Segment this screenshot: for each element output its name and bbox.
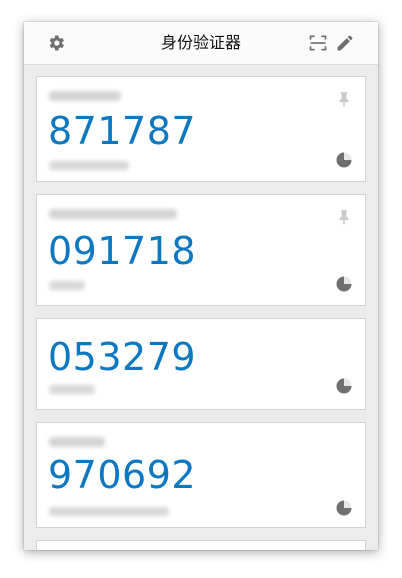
pin-icon[interactable] <box>335 89 353 109</box>
countdown-timer-icon <box>336 276 352 292</box>
issuer-name-redacted <box>49 91 121 101</box>
account-card[interactable]: 091718 <box>36 194 366 306</box>
header-bar: 身份验证器 <box>24 22 378 65</box>
account-name-redacted <box>49 281 85 290</box>
account-card[interactable]: 053279 <box>36 318 366 410</box>
countdown-timer-icon <box>336 152 352 168</box>
account-card[interactable]: 970692 <box>36 422 366 528</box>
countdown-timer-icon <box>336 500 352 516</box>
otp-code[interactable]: 871787 <box>48 109 196 153</box>
otp-code[interactable]: 970692 <box>48 453 196 497</box>
scan-icon[interactable] <box>308 33 328 53</box>
pin-icon[interactable] <box>335 207 353 227</box>
account-name-redacted <box>49 385 95 394</box>
account-name-redacted <box>49 161 129 170</box>
otp-code[interactable]: 053279 <box>48 335 196 379</box>
account-card[interactable]: 871787 <box>36 76 366 182</box>
account-card-partial[interactable] <box>36 540 366 550</box>
otp-code[interactable]: 091718 <box>48 229 196 273</box>
pencil-icon[interactable] <box>335 33 355 53</box>
countdown-timer-icon <box>336 378 352 394</box>
issuer-name-redacted <box>49 437 105 447</box>
gear-icon[interactable] <box>46 33 66 53</box>
issuer-name-redacted <box>49 209 177 219</box>
authenticator-window: 身份验证器 871787 091718 053279 970692 <box>24 22 378 550</box>
account-name-redacted <box>49 507 169 516</box>
